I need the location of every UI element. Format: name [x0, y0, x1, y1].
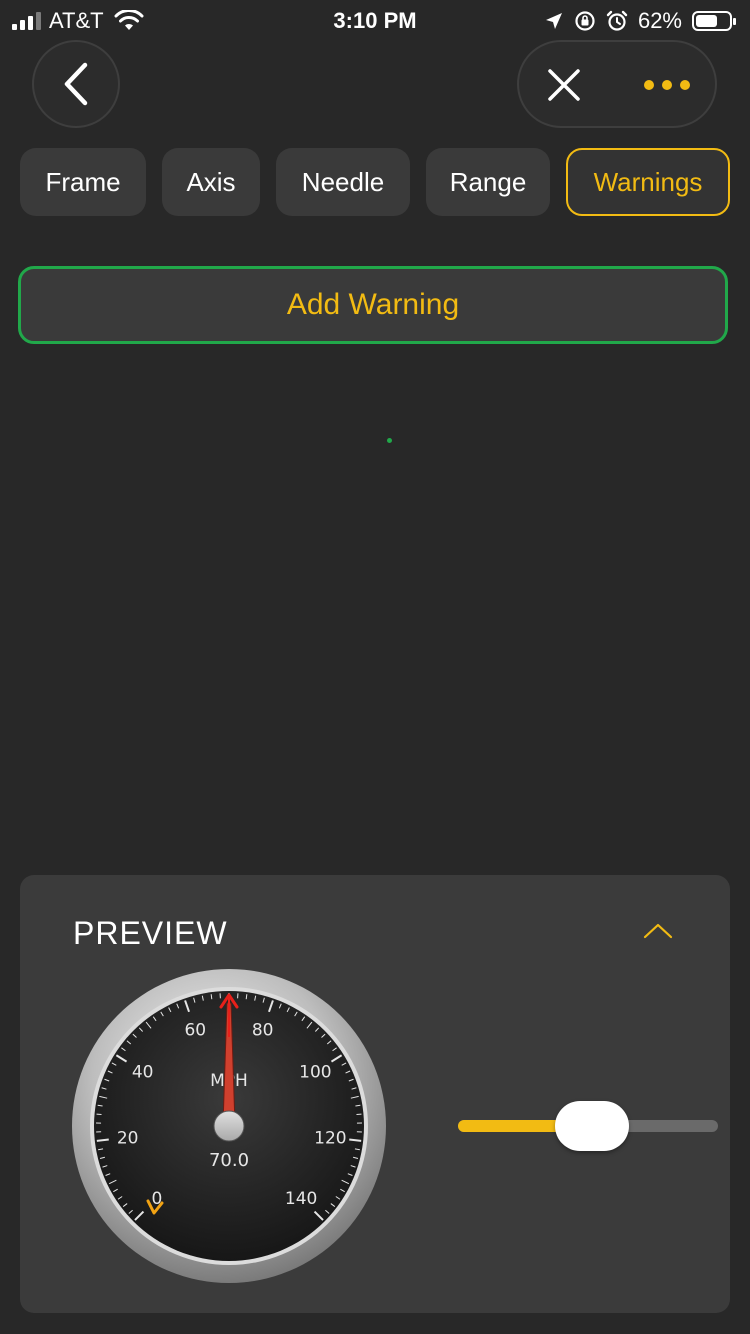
chevron-up-icon: [643, 923, 673, 939]
back-button[interactable]: [32, 40, 120, 128]
speed-gauge: 020406080100120140 MPH 70.0: [72, 969, 386, 1283]
gauge-hub: [213, 1110, 245, 1142]
gauge-value-readout: 70.0: [209, 1150, 249, 1171]
close-icon: [548, 69, 580, 101]
battery-percent: 62%: [637, 8, 682, 33]
gauge-tick-label: 20: [117, 1128, 139, 1148]
rotation-lock-icon: [575, 11, 595, 31]
tab-needle[interactable]: Needle: [276, 148, 410, 216]
add-warning-button[interactable]: Add Warning: [18, 266, 728, 344]
gauge-tick: [210, 994, 213, 1000]
gauge-tick: [96, 1138, 109, 1142]
indicator-dot: [387, 438, 392, 443]
gauge-tick-label: 60: [184, 1021, 206, 1041]
alarm-icon: [606, 10, 628, 31]
action-pill: [517, 40, 717, 128]
slider-thumb[interactable]: [554, 1101, 629, 1151]
status-bar: AT&T 3:10 PM 62%: [0, 0, 750, 40]
location-icon: [545, 13, 562, 29]
gauge-tick: [349, 1138, 362, 1142]
collapse-button[interactable]: [640, 919, 676, 943]
gauge-tick-label: 120: [314, 1128, 346, 1148]
more-dots-icon: [644, 80, 690, 90]
chevron-left-icon: [64, 62, 88, 106]
more-button[interactable]: [637, 60, 697, 110]
gauge-tick-label: 80: [252, 1021, 274, 1041]
gauge-tick-label: 40: [132, 1063, 154, 1083]
preview-panel: PREVIEW 020406080100120140 MPH: [20, 875, 730, 1313]
value-slider[interactable]: [458, 1101, 718, 1151]
gauge-tick-label: 140: [285, 1189, 317, 1209]
close-button[interactable]: [539, 60, 589, 110]
gauge-tick: [245, 994, 248, 1000]
tab-warnings[interactable]: Warnings: [566, 148, 730, 216]
tab-axis[interactable]: Axis: [162, 148, 260, 216]
preview-title: PREVIEW: [73, 915, 228, 951]
tab-frame[interactable]: Frame: [20, 148, 146, 216]
battery-icon: [692, 11, 736, 31]
tab-range[interactable]: Range: [426, 148, 550, 216]
gauge-tick-label: 100: [299, 1063, 331, 1083]
